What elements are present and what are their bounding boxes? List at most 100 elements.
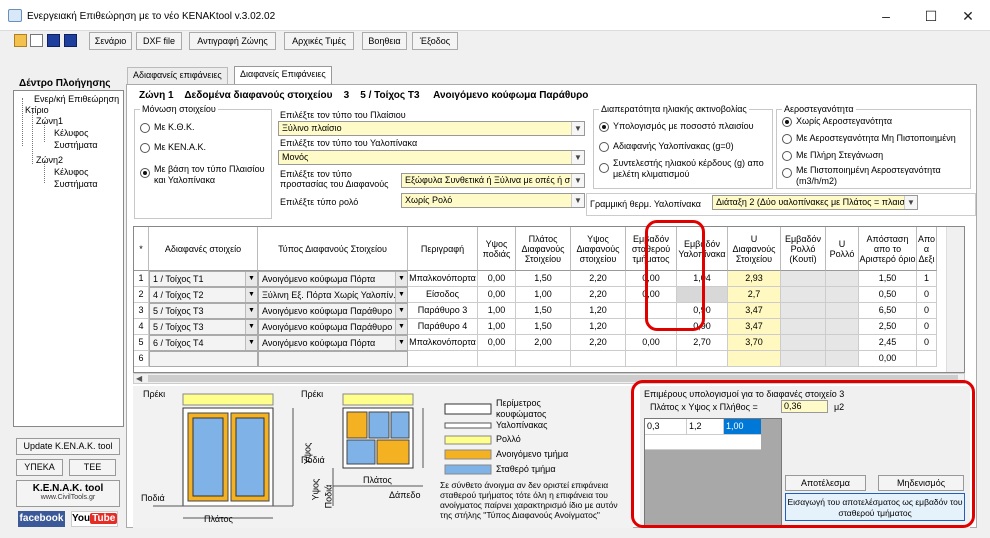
table-cell-transparent-type[interactable]: Ανοιγόμενο κούφωμα Παράθυρο ▼ <box>258 319 408 335</box>
radio-opaque-glass[interactable] <box>599 142 609 152</box>
table-cell-transparent-type[interactable]: Ξύλινη Εξ. Πόρτα Χωρίς Υαλοπίν... ▼ <box>258 287 408 303</box>
table-cell-opaque-element[interactable]: 1 / Τοίχος Τ1 ▼ <box>149 271 258 287</box>
table-cell-u-value[interactable] <box>728 351 781 367</box>
table-cell-glass-area[interactable]: 2,70 <box>677 335 728 351</box>
chevron-down-icon[interactable]: ▼ <box>571 174 584 187</box>
tab-transparent-surfaces[interactable]: Διαφανείς Επιφάνειες <box>234 66 332 85</box>
chevron-down-icon[interactable]: ▼ <box>571 151 584 164</box>
column-header-left-distance[interactable]: Απόσταση απο το Αριστερό όριο <box>859 227 917 271</box>
table-cell-transparent-type[interactable]: Ανοιγόμενο κούφωμα Πόρτα ▼ <box>258 271 408 287</box>
table-cell-roll-area[interactable] <box>781 287 826 303</box>
table-cell-transparent-type[interactable] <box>258 351 408 367</box>
table-cell-u-roll[interactable] <box>826 303 859 319</box>
table-cell-width[interactable] <box>516 351 571 367</box>
radio-airtight-certified[interactable] <box>782 168 792 178</box>
scroll-left-icon[interactable]: ◀ <box>136 374 142 383</box>
radio-solar-gain[interactable] <box>599 163 609 173</box>
ypeka-button[interactable]: ΥΠΕΚΑ <box>16 459 63 476</box>
table-cell-left-distance[interactable]: 0,00 <box>859 351 917 367</box>
table-cell-transparent-type[interactable]: Ανοιγόμενο κούφωμα Παράθυρο ▼ <box>258 303 408 319</box>
glass-type-select[interactable]: Μονός ▼ <box>278 150 585 165</box>
toolbar-exit-button[interactable]: Έξοδος <box>412 32 458 50</box>
table-cell-height[interactable] <box>571 351 626 367</box>
table-cell-roll-area[interactable] <box>781 319 826 335</box>
radio-kthk[interactable] <box>140 123 150 133</box>
roll-type-select[interactable]: Χωρίς Ρολό ▼ <box>401 193 585 208</box>
table-cell-sill-height[interactable]: 0,00 <box>478 335 516 351</box>
toolbar-initial-values-button[interactable]: Αρχικές Τιμές <box>284 32 354 50</box>
table-cell-u-roll[interactable] <box>826 335 859 351</box>
column-header-u-value[interactable]: U Διαφανούς Στοιχείου <box>728 227 781 271</box>
table-cell-roll-area[interactable] <box>781 335 826 351</box>
table-cell-right-distance[interactable] <box>917 351 937 367</box>
table-cell-roll-area[interactable] <box>781 351 826 367</box>
table-cell-width[interactable]: 1,00 <box>516 287 571 303</box>
toolbar-help-button[interactable]: Βοηθεια <box>362 32 407 50</box>
table-cell-u-value[interactable]: 3,47 <box>728 319 781 335</box>
table-cell-height[interactable]: 2,20 <box>571 287 626 303</box>
tree-item-zone2[interactable]: Ζώνη2 <box>36 155 63 165</box>
chevron-down-icon[interactable]: ▼ <box>395 272 407 286</box>
column-header-opaque-element[interactable]: Αδιαφανές στοιχείο <box>149 227 258 271</box>
radio-kenak[interactable] <box>140 143 150 153</box>
chevron-down-icon[interactable]: ▼ <box>395 320 407 334</box>
table-cell-right-distance[interactable]: 1 <box>917 271 937 287</box>
chevron-down-icon[interactable]: ▼ <box>245 272 257 286</box>
table-cell-sill-height[interactable] <box>478 351 516 367</box>
table-cell-left-distance[interactable]: 2,45 <box>859 335 917 351</box>
table-cell-glass-area[interactable] <box>677 351 728 367</box>
tree-item-building[interactable]: Κτίριο <box>25 105 49 115</box>
chevron-down-icon[interactable]: ▼ <box>245 304 257 318</box>
table-cell-right-distance[interactable]: 0 <box>917 335 937 351</box>
toolbar-dxf-button[interactable]: DXF file <box>136 32 182 50</box>
chevron-down-icon[interactable]: ▼ <box>245 320 257 334</box>
table-vertical-scrollbar[interactable] <box>946 227 964 372</box>
table-cell-width[interactable]: 1,50 <box>516 303 571 319</box>
table-cell-description[interactable] <box>408 351 478 367</box>
facebook-button[interactable]: facebook <box>18 511 65 527</box>
radio-frame-glass[interactable] <box>140 168 150 178</box>
column-header-description[interactable]: Περιγραφή <box>408 227 478 271</box>
table-cell-u-roll[interactable] <box>826 287 859 303</box>
save-icon[interactable] <box>47 34 60 47</box>
frame-type-select[interactable]: Ξύλινο πλαίσιο ▼ <box>278 121 585 136</box>
table-cell-description[interactable]: Μπαλκονόπορτα <box>408 335 478 351</box>
table-cell-roll-area[interactable] <box>781 271 826 287</box>
table-cell-description[interactable]: Μπαλκονόπορτα <box>408 271 478 287</box>
youtube-button[interactable]: You Tube <box>71 511 118 527</box>
radio-airtight-uncertified[interactable] <box>782 134 792 144</box>
table-cell-roll-area[interactable] <box>781 303 826 319</box>
table-cell-u-value[interactable]: 2,7 <box>728 287 781 303</box>
tab-opaque-surfaces[interactable]: Αδιαφανείς επιφάνειες <box>127 67 228 84</box>
column-header-row-marker[interactable]: * <box>134 227 149 271</box>
table-cell-description[interactable]: Είσοδος <box>408 287 478 303</box>
maximize-button[interactable]: ☐ <box>911 4 951 28</box>
table-cell-width[interactable]: 2,00 <box>516 335 571 351</box>
close-button[interactable]: ✕ <box>948 4 988 28</box>
table-cell-u-value[interactable]: 3,70 <box>728 335 781 351</box>
table-cell-height[interactable]: 2,20 <box>571 335 626 351</box>
chevron-down-icon[interactable]: ▼ <box>571 194 584 207</box>
tree-item-inspection[interactable]: Ενερ/κή Επιθεώρηση <box>34 94 119 104</box>
linear-thermal-select[interactable]: Διάταξη 2 (Δύο υαλοπίνακες με Πλάτος = π… <box>712 195 918 210</box>
table-cell-fixed-area[interactable] <box>626 351 677 367</box>
table-cell-left-distance[interactable]: 0,50 <box>859 287 917 303</box>
open-folder-icon[interactable] <box>14 34 27 47</box>
chevron-down-icon[interactable]: ▼ <box>571 122 584 135</box>
column-header-right-distance[interactable]: Απο α Δεξι <box>917 227 937 271</box>
table-cell-opaque-element[interactable]: 5 / Τοίχος Τ3 ▼ <box>149 303 258 319</box>
table-cell-right-distance[interactable]: 0 <box>917 303 937 319</box>
toolbar-scenario-button[interactable]: Σενάριο <box>89 32 132 50</box>
table-cell-u-roll[interactable] <box>826 319 859 335</box>
table-cell-height[interactable]: 1,20 <box>571 319 626 335</box>
chevron-down-icon[interactable]: ▼ <box>245 288 257 302</box>
radio-full-sealing[interactable] <box>782 151 792 161</box>
kenak-logo[interactable]: K.E.N.A.K. tool www.CivilTools.gr <box>16 480 120 507</box>
table-cell-description[interactable]: Παράθυρο 3 <box>408 303 478 319</box>
table-cell-height[interactable]: 2,20 <box>571 271 626 287</box>
table-cell-sill-height[interactable]: 0,00 <box>478 271 516 287</box>
chevron-down-icon[interactable]: ▼ <box>395 288 407 302</box>
table-cell-description[interactable]: Παράθυρο 4 <box>408 319 478 335</box>
table-cell-left-distance[interactable]: 2,50 <box>859 319 917 335</box>
tree-item-zone1-systems[interactable]: Συστήματα <box>54 140 98 150</box>
